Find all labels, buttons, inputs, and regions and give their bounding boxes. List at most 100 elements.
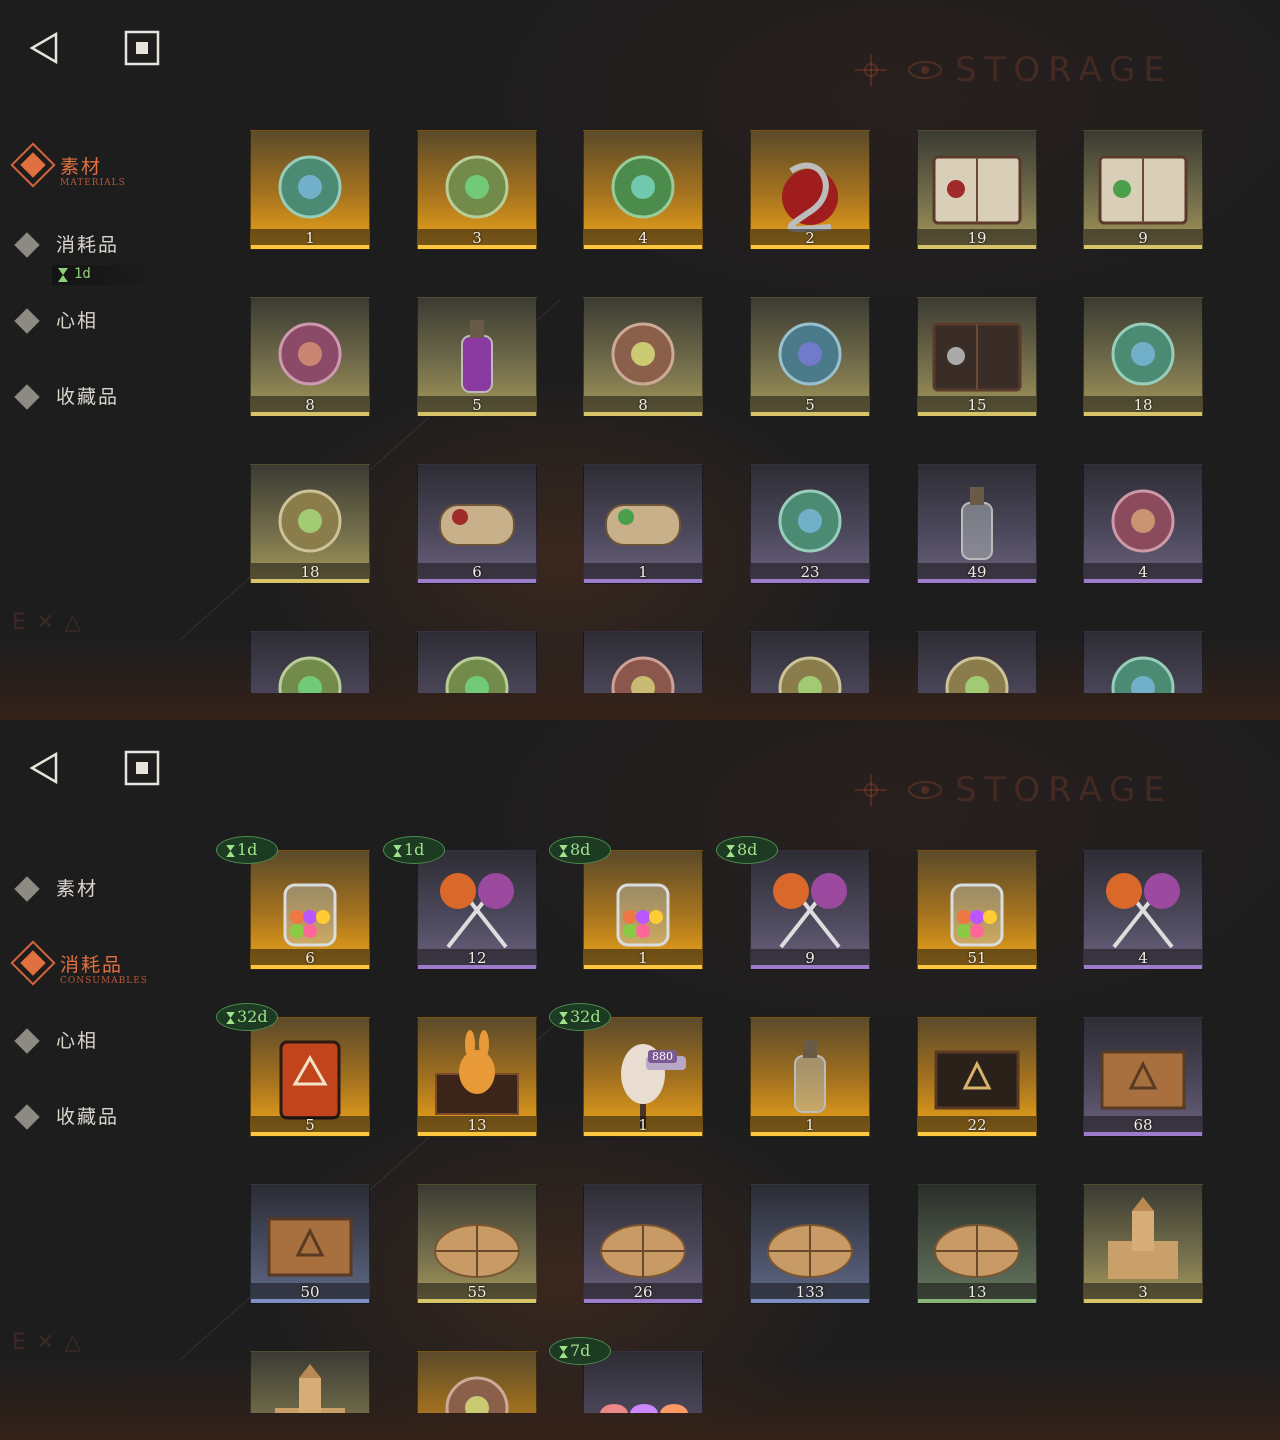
item-quantity: 13	[467, 1116, 487, 1134]
expiry-timer-badge: 8d	[549, 836, 611, 864]
item-quantity: 13	[967, 1283, 987, 1301]
inventory-item-fleece-sheep[interactable]: 3	[417, 130, 537, 250]
expiry-timer-badge: 8d	[716, 836, 778, 864]
item-quantity: 12	[467, 949, 487, 967]
recent-apps-square-icon	[124, 30, 160, 66]
inventory-item-sand-castle[interactable]: 3	[1083, 1184, 1203, 1304]
inventory-item-rune-chest[interactable]: 22	[917, 1017, 1037, 1137]
storage-screen-materials: STORAGE E✕△ 素材 MATERIALS 消耗品 1d 心相 收藏品 1…	[0, 0, 1280, 720]
expiry-timer-badge: 32d	[549, 1003, 611, 1031]
inventory-item-wooden-crate[interactable]: 50	[250, 1184, 370, 1304]
inventory-item-candy-jar[interactable]: 6	[250, 850, 370, 970]
item-quantity: 15	[967, 396, 987, 414]
back-button[interactable]	[24, 28, 64, 68]
inventory-item-wooden-crate[interactable]: 68	[1083, 1017, 1203, 1137]
item-quantity: 9	[805, 949, 815, 967]
inventory-item-caduceus-staff[interactable]: 1	[250, 130, 370, 250]
item-quantity: 22	[967, 1116, 987, 1134]
back-button[interactable]	[24, 748, 64, 788]
timer-text: 1d	[74, 266, 91, 282]
hourglass-icon	[58, 268, 68, 282]
inventory-item-brass-device[interactable]	[417, 631, 537, 693]
inventory-item-purple-potion-bottle[interactable]: 5	[417, 297, 537, 417]
inventory-item-crossed-lollipops[interactable]: 9	[750, 850, 870, 970]
item-grid: 1 3 4 2 19 9 8 5 8 5 15 18 18 6 1 23 49 4	[200, 110, 1280, 693]
category-psychube[interactable]: 心相	[14, 1022, 218, 1062]
item-quantity: 3	[1138, 1283, 1148, 1301]
item-quantity: 5	[472, 396, 482, 414]
inventory-item-hand-in-box[interactable]: 18	[250, 464, 370, 584]
inventory-item-paper-parcel[interactable]: 13	[917, 1184, 1037, 1304]
inventory-item-scarab-pendant[interactable]: 23	[750, 464, 870, 584]
item-quantity: 3	[472, 229, 482, 247]
category-psychube[interactable]: 心相	[14, 302, 218, 342]
category-materials[interactable]: 素材 MATERIALS	[10, 142, 218, 188]
item-quantity: 2	[805, 229, 815, 247]
inventory-item-paper-parcel[interactable]: 55	[417, 1184, 537, 1304]
inventory-item-golden-rabbit-box[interactable]: 13	[417, 1017, 537, 1137]
category-label: 素材	[60, 156, 103, 178]
inventory-item-green-seal-book[interactable]: 9	[1083, 130, 1203, 250]
inventory-item-apple-and-serpent[interactable]: 2	[750, 130, 870, 250]
category-english-label: CONSUMABLES	[60, 976, 148, 986]
diamond-icon	[14, 1028, 40, 1054]
inventory-item-silver-bullets[interactable]: 18	[1083, 297, 1203, 417]
item-quantity: 1	[638, 563, 648, 581]
expiry-timer-badge: 1d	[216, 836, 278, 864]
inventory-item-laurel-wreath[interactable]: 4	[583, 130, 703, 250]
inventory-item-message-bottle[interactable]: 1	[750, 1017, 870, 1137]
inventory-item-sand-castle[interactable]	[250, 1351, 370, 1413]
category-label: 心相	[56, 310, 99, 332]
inventory-item-silver-bars[interactable]	[917, 631, 1037, 693]
item-quantity: 1	[638, 1116, 648, 1134]
timer-text: 32d	[237, 1007, 268, 1026]
item-quantity: 8	[305, 396, 315, 414]
inventory-item-studded-tome[interactable]: 15	[917, 297, 1037, 417]
inventory-item-gothic-frame[interactable]	[250, 631, 370, 693]
consumables-expiry-timer: 1d	[52, 265, 162, 285]
inventory-item-crossed-lollipops[interactable]: 4	[1083, 850, 1203, 970]
inventory-item-crossed-lollipops[interactable]: 12	[417, 850, 537, 970]
item-quantity: 50	[300, 1283, 320, 1301]
inventory-item-rune-card-pack[interactable]: 5	[250, 1017, 370, 1137]
item-quantity: 1	[805, 1116, 815, 1134]
inventory-item-paper-parcel[interactable]: 133	[750, 1184, 870, 1304]
storage-watermark: STORAGE	[955, 770, 1173, 810]
inventory-item-tailor-mannequin[interactable]: 880 1	[583, 1017, 703, 1137]
category-consumables[interactable]: 消耗品 CONSUMABLES	[10, 940, 218, 986]
inventory-item-red-seal-scroll[interactable]: 6	[417, 464, 537, 584]
inventory-item-astrolabe[interactable]: 8	[250, 297, 370, 417]
inventory-item-carved-stone-tablet[interactable]: 4	[1083, 464, 1203, 584]
category-consumables[interactable]: 消耗品	[14, 226, 218, 266]
category-label: 消耗品	[56, 234, 120, 256]
inventory-item-glowing-firefly[interactable]: 5	[750, 297, 870, 417]
item-quantity: 19	[967, 229, 987, 247]
inventory-item-candy-jar[interactable]: 51	[917, 850, 1037, 970]
expiry-timer-badge: 7d	[549, 1337, 611, 1365]
inventory-item-green-seal-scroll[interactable]: 1	[583, 464, 703, 584]
watermark-symbols-icon	[855, 54, 942, 86]
side-watermark-symbols-icon: E✕△	[12, 610, 92, 635]
inventory-item-winged-key[interactable]	[583, 631, 703, 693]
inventory-item-stained-glass-shield[interactable]	[417, 1351, 537, 1413]
recent-apps-button[interactable]	[122, 28, 162, 68]
inventory-item-brass-compass-device[interactable]: 8	[583, 297, 703, 417]
item-quantity: 4	[1138, 563, 1148, 581]
inventory-item-skeleton-model[interactable]	[1083, 631, 1203, 693]
inventory-item-candy-jar[interactable]: 1	[583, 850, 703, 970]
category-collectibles[interactable]: 收藏品	[14, 378, 218, 418]
watermark-symbols-icon	[855, 774, 942, 806]
item-quantity: 5	[805, 396, 815, 414]
recent-apps-button[interactable]	[122, 748, 162, 788]
category-collectibles[interactable]: 收藏品	[14, 1098, 218, 1138]
category-materials[interactable]: 素材	[14, 870, 218, 910]
inventory-item-bronze-bird[interactable]	[750, 631, 870, 693]
recent-apps-square-icon	[124, 750, 160, 786]
inventory-item-crystal-horn[interactable]: 49	[917, 464, 1037, 584]
inventory-item-red-seal-book[interactable]: 19	[917, 130, 1037, 250]
diamond-icon	[14, 308, 40, 334]
inventory-item-paper-parcel[interactable]: 26	[583, 1184, 703, 1304]
price-tag-label: 880	[648, 1050, 677, 1063]
hourglass-icon	[226, 845, 235, 857]
back-triangle-icon	[29, 31, 58, 65]
